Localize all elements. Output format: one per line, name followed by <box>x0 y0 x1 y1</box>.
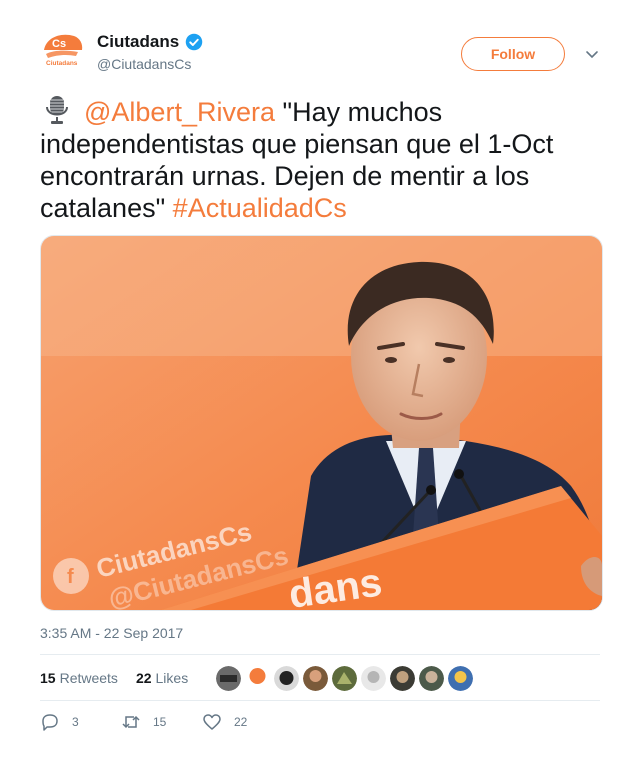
retweet-icon <box>122 715 140 729</box>
avatar[interactable] <box>303 665 329 691</box>
avatar[interactable] <box>245 665 271 691</box>
svg-text:Cs: Cs <box>52 38 66 50</box>
ciutadans-logo: Cs Ciutadans <box>40 30 84 74</box>
tweet-actions: 3 15 22 <box>40 712 283 732</box>
avatar[interactable] <box>274 665 300 691</box>
svg-text:f: f <box>67 566 74 588</box>
retweet-count: 15 <box>153 715 167 729</box>
hashtag-link[interactable]: #ActualidadCs <box>173 193 347 223</box>
tweet-photo[interactable]: f CiutadansCs @CiutadansCs dans <box>40 235 603 611</box>
avatar[interactable]: Cs Ciutadans <box>40 30 84 74</box>
avatar[interactable] <box>332 665 358 691</box>
tweet-text: @Albert_Rivera "Hay muchos independentis… <box>40 95 600 224</box>
avatar[interactable] <box>419 665 445 691</box>
retweets-stat[interactable]: 15 Retweets <box>40 670 118 686</box>
avatar[interactable] <box>216 665 242 691</box>
user-handle[interactable]: @CiutadansCs <box>97 56 203 72</box>
divider <box>40 654 600 655</box>
like-count: 22 <box>234 715 248 729</box>
divider <box>40 700 600 701</box>
reply-icon <box>42 714 58 731</box>
microphone-icon <box>46 96 68 124</box>
tweet-header: Cs Ciutadans Ciutadans @CiutadansCs Foll… <box>40 30 600 80</box>
mention-link[interactable]: @Albert_Rivera <box>84 97 275 127</box>
like-button[interactable]: 22 <box>202 712 283 732</box>
svg-text:Ciutadans: Ciutadans <box>46 60 78 67</box>
avatar[interactable] <box>390 665 416 691</box>
chevron-down-icon[interactable] <box>585 48 599 62</box>
photo-image: f CiutadansCs @CiutadansCs dans <box>41 236 602 610</box>
avatar[interactable] <box>448 665 474 691</box>
follow-button[interactable]: Follow <box>461 37 565 71</box>
liker-avatars <box>216 665 474 691</box>
tweet-stats: 15 Retweets 22 Likes <box>40 665 474 691</box>
reply-button[interactable]: 3 <box>40 712 121 732</box>
likes-stat[interactable]: 22 Likes <box>136 670 188 686</box>
retweet-button[interactable]: 15 <box>121 712 202 732</box>
avatar[interactable] <box>361 665 387 691</box>
like-icon <box>203 714 221 730</box>
reply-count: 3 <box>72 715 79 729</box>
verified-icon <box>185 33 203 51</box>
display-name[interactable]: Ciutadans <box>97 32 179 52</box>
tweet-timestamp[interactable]: 3:35 AM - 22 Sep 2017 <box>40 625 183 641</box>
